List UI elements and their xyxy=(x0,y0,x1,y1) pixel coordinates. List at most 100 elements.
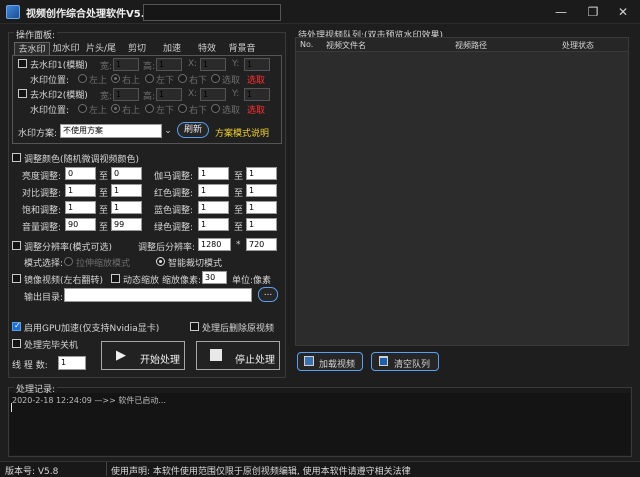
watermark2-checkbox[interactable] xyxy=(18,89,27,98)
dynamic-zoom-label: 动态缩放 xyxy=(123,276,160,286)
zoom-pixels-input[interactable]: 30 xyxy=(202,271,227,284)
watermark2-pos-bottom-left-label: 左下 xyxy=(156,106,175,116)
blue-from-input[interactable]: 1 xyxy=(198,201,229,214)
brightness-to-input[interactable]: 0 xyxy=(111,167,142,180)
chevron-down-icon[interactable]: ⌄ xyxy=(162,124,174,138)
queue-table[interactable] xyxy=(295,37,629,346)
output-dir-label: 输出目录: xyxy=(24,293,64,303)
column-no[interactable]: No. xyxy=(300,40,313,49)
tab-bgm[interactable]: 背景音 xyxy=(224,42,260,56)
text-caret xyxy=(11,403,12,412)
stop-icon xyxy=(210,349,222,361)
green-label: 绿色调整: xyxy=(154,223,194,233)
contrast-label: 对比调整: xyxy=(22,189,62,199)
watermark2-pos-select-label: 选取 xyxy=(222,106,241,116)
shutdown-label: 处理完毕关机 xyxy=(24,341,79,351)
play-icon: ▶ xyxy=(116,348,126,363)
zoom-pixels-label: 缩放像素: xyxy=(162,276,202,286)
watermark1-select-link[interactable]: 选取 xyxy=(247,73,265,86)
resolution-height-input[interactable]: 720 xyxy=(246,238,277,251)
dynamic-zoom-checkbox[interactable] xyxy=(111,274,120,283)
watermark1-y-label: Y: xyxy=(232,59,240,69)
clear-queue-label: 清空队列 xyxy=(394,360,431,370)
mirror-label: 镜像视频(左右翻转) xyxy=(24,276,104,286)
column-status[interactable]: 处理状态 xyxy=(562,40,594,51)
tab-add-watermark[interactable]: 加水印 xyxy=(50,42,82,56)
watermark2-pos-top-left-label: 左上 xyxy=(89,106,108,116)
watermark2-pos-top-left-radio[interactable] xyxy=(78,104,87,113)
green-from-input[interactable]: 1 xyxy=(198,218,229,231)
status-divider xyxy=(106,462,107,476)
scheme-help-link[interactable]: 方案模式说明 xyxy=(215,126,269,139)
watermark1-pos-bottom-left-radio[interactable] xyxy=(145,74,154,83)
watermark1-y-input[interactable]: 1 xyxy=(244,58,270,71)
tab-speed[interactable]: 加速 xyxy=(154,42,190,56)
watermark1-pos-top-left-radio[interactable] xyxy=(78,74,87,83)
tab-intro-outro[interactable]: 片头/尾 xyxy=(82,42,120,56)
log-line: 2020-2-18 12:24:09 —>> 软件已启动... xyxy=(12,396,166,405)
trash-icon xyxy=(379,356,388,366)
red-from-input[interactable]: 1 xyxy=(198,184,229,197)
watermark1-label: 去水印1(模糊) xyxy=(30,61,88,71)
watermark2-y-input[interactable]: 1 xyxy=(244,88,270,101)
shutdown-checkbox[interactable] xyxy=(12,339,21,348)
volume-to-input[interactable]: 99 xyxy=(111,218,142,231)
watermark2-pos-bottom-right-radio[interactable] xyxy=(178,104,187,113)
output-dir-input[interactable] xyxy=(64,288,252,302)
gamma-from-input[interactable]: 1 xyxy=(198,167,229,180)
watermark1-height-label: 高: xyxy=(143,62,156,72)
title-input[interactable] xyxy=(143,4,281,21)
delete-source-checkbox[interactable] xyxy=(190,322,199,331)
mode-select-label: 模式选择: xyxy=(24,259,64,269)
column-filename[interactable]: 视频文件名 xyxy=(326,40,366,51)
film-icon xyxy=(304,356,314,366)
gamma-to-input[interactable]: 1 xyxy=(246,167,277,180)
column-path[interactable]: 视频路径 xyxy=(455,40,487,51)
browse-button[interactable]: ... xyxy=(258,287,278,302)
mirror-checkbox[interactable] xyxy=(12,274,21,283)
red-to-input[interactable]: 1 xyxy=(246,184,277,197)
color-adjust-checkbox[interactable] xyxy=(12,153,21,162)
watermark2-select-link[interactable]: 选取 xyxy=(247,103,265,116)
close-button[interactable]: ✕ xyxy=(608,2,638,22)
watermark1-pos-top-right-radio[interactable] xyxy=(111,74,120,83)
tab-cut[interactable]: 剪切 xyxy=(120,42,154,56)
minimize-button[interactable]: — xyxy=(546,2,576,22)
contrast-from-input[interactable]: 1 xyxy=(65,184,96,197)
resolution-width-input[interactable]: 1280 xyxy=(198,238,231,251)
volume-from-input[interactable]: 90 xyxy=(65,218,96,231)
resolution-after-label: 调整后分辨率: xyxy=(138,243,196,253)
green-to-input[interactable]: 1 xyxy=(246,218,277,231)
restore-button[interactable]: ❐ xyxy=(578,2,608,22)
watermark1-pos-top-right-label: 右上 xyxy=(122,76,141,86)
watermark1-width-input[interactable]: 1 xyxy=(113,58,139,71)
brightness-from-input[interactable]: 0 xyxy=(65,167,96,180)
scheme-select[interactable]: 不使用方案 xyxy=(60,124,162,138)
watermark1-height-input[interactable]: 1 xyxy=(156,58,182,71)
watermark2-pos-bottom-left-radio[interactable] xyxy=(145,104,154,113)
refresh-button[interactable]: 刷新 xyxy=(177,122,209,138)
watermark2-pos-select-radio[interactable] xyxy=(211,104,220,113)
saturation-to-input[interactable]: 1 xyxy=(111,201,142,214)
watermark2-width-input[interactable]: 1 xyxy=(113,88,139,101)
watermark2-position-label: 水印位置: xyxy=(30,106,70,116)
watermark1-pos-select-radio[interactable] xyxy=(211,74,220,83)
mode-stretch-radio[interactable] xyxy=(64,257,73,266)
contrast-to-input[interactable]: 1 xyxy=(111,184,142,197)
watermark2-height-input[interactable]: 1 xyxy=(156,88,182,101)
tab-remove-watermark[interactable]: 去水印 xyxy=(14,42,50,56)
mode-smart-radio[interactable] xyxy=(156,257,165,266)
watermark1-pos-bottom-right-radio[interactable] xyxy=(178,74,187,83)
brightness-to-label: 至 xyxy=(99,172,109,182)
watermark2-pos-top-right-radio[interactable] xyxy=(111,104,120,113)
watermark1-checkbox[interactable] xyxy=(18,59,27,68)
watermark1-x-input[interactable]: 1 xyxy=(200,58,226,71)
saturation-from-input[interactable]: 1 xyxy=(65,201,96,214)
threads-input[interactable]: 1 xyxy=(58,356,86,370)
tab-effects[interactable]: 特效 xyxy=(190,42,224,56)
watermark2-x-input[interactable]: 1 xyxy=(200,88,226,101)
resolution-times-label: * xyxy=(236,240,241,250)
blue-to-input[interactable]: 1 xyxy=(246,201,277,214)
resolution-checkbox[interactable] xyxy=(12,241,21,250)
gpu-checkbox[interactable] xyxy=(12,321,21,331)
